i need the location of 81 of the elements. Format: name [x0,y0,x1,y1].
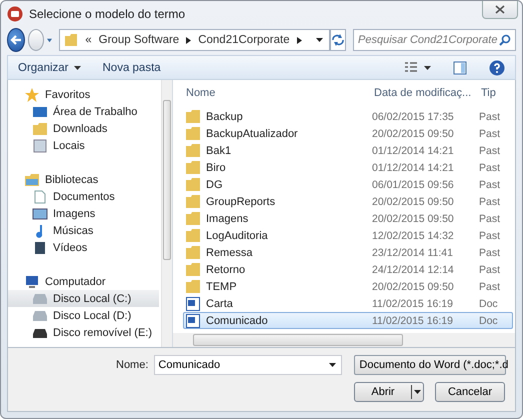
file-row[interactable]: DG 06/01/2015 09:56 Past [183,176,513,193]
file-type: Doc [478,298,499,310]
file-row[interactable]: GroupReports 20/02/2015 09:50 Past [183,193,513,210]
modified-date: 24/12/2014 12:14 [371,264,455,276]
window-title: Selecione o modelo do termo [29,7,186,21]
file-type: Past [478,162,502,174]
file-row[interactable]: TEMP 20/02/2015 09:50 Past [183,278,513,295]
file-row[interactable]: Bak1 01/12/2014 14:21 Past [183,142,513,159]
file-name-field[interactable]: Comunicado [154,355,342,375]
file-type: Past [478,264,502,276]
file-name: Imagens [206,212,248,224]
file-type: Past [478,280,502,292]
toolbar-button[interactable]: Organizar [18,60,80,76]
file-row[interactable]: Remessa 23/12/2014 11:41 Past [183,244,513,261]
file-name: Biro [206,162,226,174]
modified-date: 20/02/2015 09:50 [371,212,455,224]
modified-date: 06/01/2015 09:56 [371,178,455,190]
file-name: LogAuditoria [206,230,268,242]
file-type-dropdown[interactable]: Documento do Word (*.doc;*.d [354,355,506,375]
file-type: Doc [478,314,499,326]
modified-date: 11/02/2015 16:19 [371,314,454,326]
toolbar-button[interactable]: Nova pasta [102,60,161,76]
sidebar-group[interactable]: Favoritos [8,86,161,103]
modified-date: 11/02/2015 16:19 [371,298,454,310]
file-type: Past [478,230,502,242]
search-field[interactable]: Pesquisar Cond21Corporate [353,29,516,51]
name-label: Nome: [116,359,148,371]
file-type: Past [478,110,502,122]
open-button[interactable]: Abrir [354,382,424,402]
sidebar-group[interactable]: Bibliotecas [8,171,161,188]
sidebar-item[interactable]: Músicas [8,222,159,239]
breadcrumb-item[interactable]: Cond21Corporate [198,34,290,46]
file-type: Past [478,144,502,156]
modified-date: 23/12/2014 11:41 [371,246,454,258]
sidebar-item[interactable]: Downloads [8,120,159,137]
file-row[interactable]: Retorno 24/12/2014 12:14 Past [183,261,513,278]
file-name: GroupReports [206,196,276,208]
file-type: Past [478,196,502,208]
file-type: Past [478,178,502,190]
modified-date: 01/12/2014 14:21 [371,144,455,156]
file-name: Comunicado [206,314,268,326]
modified-date: 20/02/2015 09:50 [371,128,455,140]
file-row[interactable]: Carta 11/02/2015 16:19 Doc [183,295,513,312]
file-type: Past [478,246,502,258]
file-name: DG [206,178,222,190]
breadcrumb-item[interactable]: Group Software [98,34,180,46]
file-row[interactable]: Backup 06/02/2015 17:35 Past [183,108,513,125]
file-row[interactable]: Imagens 20/02/2015 09:50 Past [183,210,513,227]
sidebar-item[interactable]: Imagens [8,205,159,222]
file-type: Past [478,212,502,224]
file-name: Retorno [206,264,246,276]
cancel-button[interactable]: Cancelar [435,382,505,402]
file-row[interactable]: Biro 01/12/2014 14:21 Past [183,159,513,176]
sidebar-item[interactable]: Documentos [8,188,159,205]
file-name: BackupAtualizador [206,128,298,140]
modified-date: 06/02/2015 17:35 [371,110,455,122]
sidebar-group[interactable]: Computador [8,273,161,290]
sidebar-item[interactable]: Disco removível (E:) [8,324,159,341]
modified-date: 20/02/2015 09:50 [371,280,455,292]
file-name: Backup [206,110,243,122]
column-header[interactable]: Nome [173,86,371,98]
file-name: Carta [206,298,233,310]
file-row[interactable]: LogAuditoria 12/02/2015 14:32 Past [183,227,513,244]
sidebar-item[interactable]: Disco Local (D:) [8,307,159,324]
file-name: Bak1 [206,144,232,156]
sidebar-item[interactable]: Vídeos [8,239,159,256]
address-bar[interactable]: « Group Software Cond21Corporate [59,29,330,51]
file-row[interactable]: BackupAtualizador 20/02/2015 09:50 Past [183,125,513,142]
breadcrumb-item[interactable]: « [85,34,92,46]
sidebar-item[interactable]: Área de Trabalho [8,103,159,120]
modified-date: 12/02/2015 14:32 [371,230,455,242]
modified-date: 20/02/2015 09:50 [371,196,455,208]
column-header[interactable]: Tip [479,86,515,98]
column-header[interactable]: Data de modificaç... [371,86,479,98]
file-name: Remessa [206,246,252,258]
modified-date: 01/12/2014 14:21 [371,162,455,174]
sidebar-item[interactable]: Disco Local (C:) [8,290,159,307]
file-name: TEMP [206,280,237,292]
file-row[interactable]: Comunicado 11/02/2015 16:19 Doc [183,312,513,329]
sidebar-item[interactable]: Locais [8,137,159,154]
file-type: Past [478,128,502,140]
